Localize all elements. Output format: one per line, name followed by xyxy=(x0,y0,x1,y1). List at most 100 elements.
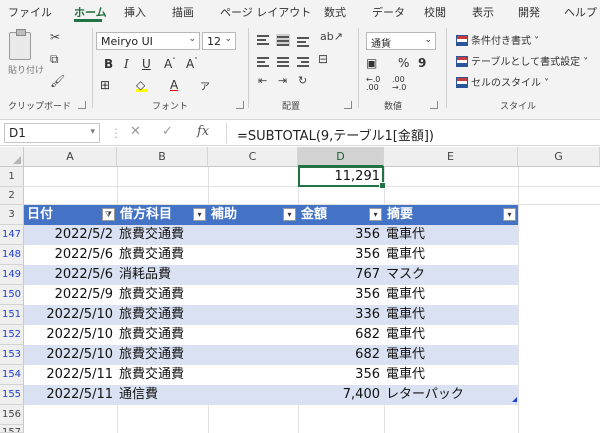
row-header-149[interactable]: 149 xyxy=(0,265,24,285)
table-resize-handle[interactable] xyxy=(512,397,517,402)
font-grow-icon[interactable]: A˄ xyxy=(164,57,176,71)
percent-icon[interactable]: % xyxy=(398,56,409,70)
column-header-e[interactable]: E xyxy=(384,147,518,167)
tab-page-layout[interactable]: ページ レイアウト xyxy=(220,4,311,20)
increase-indent-icon[interactable]: ⇥ xyxy=(278,74,287,87)
row-header-3[interactable]: 3 xyxy=(0,205,24,225)
cell-amount[interactable]: 356 xyxy=(298,365,380,384)
formula-input[interactable]: =SUBTOTAL(9,テーブル1[金額]) xyxy=(226,123,600,144)
font-size-select[interactable]: 12 ⌄ xyxy=(202,32,236,50)
row-header-155[interactable]: 155 xyxy=(0,385,24,405)
cell-memo[interactable]: 電車代 xyxy=(386,325,425,344)
phonetic-icon[interactable]: ア xyxy=(200,78,210,93)
underline-button[interactable]: U xyxy=(142,57,151,71)
column-header-c[interactable]: C xyxy=(208,147,298,167)
merge-center-icon[interactable]: ⊟ xyxy=(318,52,328,66)
dropdown-arrow-icon[interactable]: ▾ xyxy=(283,208,296,221)
orientation-icon[interactable]: ↻ xyxy=(298,74,307,87)
copy-icon[interactable]: ⧉ xyxy=(50,52,59,67)
fill-color-icon[interactable]: ◇ xyxy=(136,78,148,92)
text-orientation-icon[interactable]: ab↗ xyxy=(320,30,343,43)
cell-memo[interactable]: マスク xyxy=(386,265,425,284)
cell-date[interactable]: 2022/5/11 xyxy=(24,365,113,384)
tab-data[interactable]: データ xyxy=(372,4,405,20)
font-name-select[interactable]: Meiryo UI ⌄ xyxy=(96,32,200,50)
insert-function-icon[interactable]: fx xyxy=(197,124,209,139)
row-header-151[interactable]: 151 xyxy=(0,305,24,325)
cell-memo[interactable]: 電車代 xyxy=(386,245,425,264)
bold-button[interactable]: B xyxy=(104,57,113,71)
row-header-148[interactable]: 148 xyxy=(0,245,24,265)
decrease-decimal-icon[interactable]: .00 →.0 xyxy=(392,76,406,92)
cell-account[interactable]: 旅費交通費 xyxy=(119,225,184,244)
cell-memo[interactable]: レターパック xyxy=(386,385,464,404)
cell-memo[interactable]: 電車代 xyxy=(386,305,425,324)
column-header-d[interactable]: D xyxy=(298,147,384,167)
row-header-2[interactable]: 2 xyxy=(0,187,24,205)
cancel-icon[interactable]: ✕ xyxy=(130,124,141,139)
cell-amount[interactable]: 356 xyxy=(298,285,380,304)
cell-account[interactable]: 消耗品費 xyxy=(119,265,171,284)
cell-date[interactable]: 2022/5/10 xyxy=(24,345,113,364)
tab-help[interactable]: ヘルプ xyxy=(564,4,597,20)
column-header-a[interactable]: A xyxy=(24,147,117,167)
cell-date[interactable]: 2022/5/6 xyxy=(24,245,113,264)
tab-file[interactable]: ファイル xyxy=(8,4,52,20)
row-header-150[interactable]: 150 xyxy=(0,285,24,305)
row-header-156[interactable]: 156 xyxy=(0,405,24,425)
cell-account[interactable]: 旅費交通費 xyxy=(119,325,184,344)
align-bottom-icon[interactable] xyxy=(296,34,310,47)
cell-amount[interactable]: 356 xyxy=(298,245,380,264)
row-header-157[interactable]: 157 xyxy=(0,425,24,433)
dropdown-arrow-icon[interactable]: ▾ xyxy=(369,208,382,221)
tab-developer[interactable]: 開発 xyxy=(518,4,540,20)
dropdown-arrow-icon[interactable]: ▾ xyxy=(193,208,206,221)
align-top-icon[interactable] xyxy=(256,34,270,46)
row-header-153[interactable]: 153 xyxy=(0,345,24,365)
cell-account[interactable]: 旅費交通費 xyxy=(119,365,184,384)
dropdown-arrow-icon[interactable]: ▾ xyxy=(503,208,516,221)
format-painter-icon[interactable]: 🖌 xyxy=(50,74,65,88)
alignment-launcher-icon[interactable] xyxy=(344,101,352,109)
select-all-corner[interactable] xyxy=(0,147,24,167)
clipboard-launcher-icon[interactable] xyxy=(78,101,86,109)
comma-icon[interactable]: 9 xyxy=(418,56,426,70)
row-header-147[interactable]: 147 xyxy=(0,225,24,245)
font-launcher-icon[interactable] xyxy=(236,101,244,109)
cell-account[interactable]: 旅費交通費 xyxy=(119,245,184,264)
tab-insert[interactable]: 挿入 xyxy=(124,4,146,20)
cell-amount[interactable]: 356 xyxy=(298,225,380,244)
conditional-formatting-button[interactable]: 条件付き書式 ˅ xyxy=(456,32,539,47)
cell-styles-button[interactable]: セルのスタイル ˅ xyxy=(456,74,549,89)
italic-button[interactable]: I xyxy=(124,57,129,71)
number-format-select[interactable]: 通貨 ⌄ xyxy=(366,32,436,50)
filter-sort-icon[interactable]: ⧩ xyxy=(102,208,115,221)
number-launcher-icon[interactable] xyxy=(430,101,438,109)
cell-account[interactable]: 旅費交通費 xyxy=(119,305,184,324)
cell-memo[interactable]: 電車代 xyxy=(386,225,425,244)
cell-date[interactable]: 2022/5/11 xyxy=(24,385,113,404)
cell-date[interactable]: 2022/5/6 xyxy=(24,265,113,284)
name-box[interactable]: D1 ▾ xyxy=(4,123,100,143)
row-header-152[interactable]: 152 xyxy=(0,325,24,345)
cell-date[interactable]: 2022/5/10 xyxy=(24,325,113,344)
paste-button[interactable] xyxy=(9,29,31,60)
tab-draw[interactable]: 描画 xyxy=(172,4,194,20)
cell-date[interactable]: 2022/5/2 xyxy=(24,225,113,244)
increase-decimal-icon[interactable]: ←.0.00 xyxy=(366,76,380,92)
column-header-b[interactable]: B xyxy=(117,147,208,167)
cell-date[interactable]: 2022/5/9 xyxy=(24,285,113,304)
cell-memo[interactable]: 電車代 xyxy=(386,365,425,384)
column-header-g[interactable]: G xyxy=(518,147,600,167)
tab-review[interactable]: 校閲 xyxy=(424,4,446,20)
align-left-icon[interactable] xyxy=(256,56,270,68)
tab-view[interactable]: 表示 xyxy=(472,4,494,20)
cell-account[interactable]: 通信費 xyxy=(119,385,158,404)
border-icon[interactable]: ⊞ xyxy=(100,78,110,92)
cell-amount[interactable]: 767 xyxy=(298,265,380,284)
cell-memo[interactable]: 電車代 xyxy=(386,285,425,304)
align-middle-icon[interactable] xyxy=(276,34,290,46)
cell-amount[interactable]: 336 xyxy=(298,305,380,324)
enter-icon[interactable]: ✓ xyxy=(162,124,173,139)
cut-icon[interactable]: ✂ xyxy=(50,30,60,44)
